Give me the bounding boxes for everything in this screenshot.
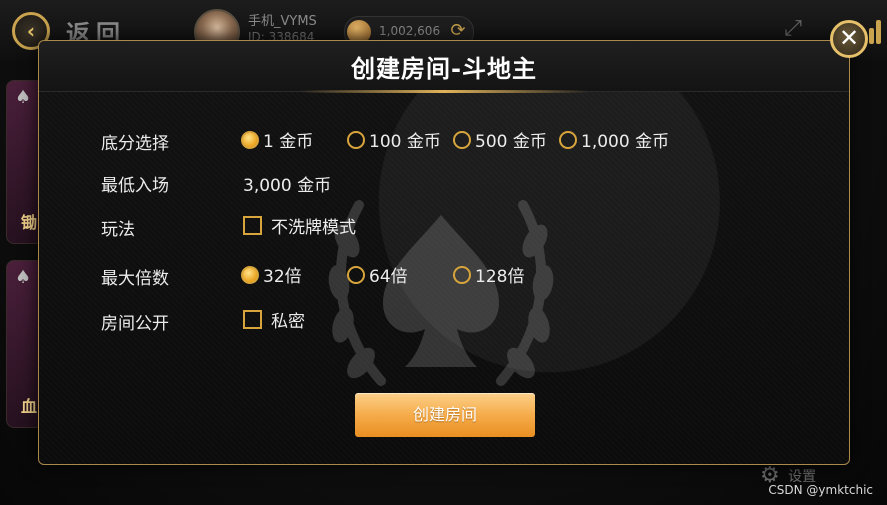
option-label: 32倍 xyxy=(263,267,302,287)
radio-selected-icon[interactable] xyxy=(241,265,259,284)
create-room-button[interactable]: 创建房间 xyxy=(355,393,535,437)
max-multiplier-row: 最大倍数 32倍 64倍 128倍 xyxy=(101,262,801,289)
base-score-row: 底分选择 1 金币 100 金币 500 金币 1,000 金币 xyxy=(101,127,801,154)
option-label: 1 金币 xyxy=(263,132,314,152)
radio-icon[interactable] xyxy=(453,265,471,284)
play-mode-row: 玩法 不洗牌模式 xyxy=(101,213,801,240)
base-score-option-1000[interactable]: 1,000 金币 xyxy=(559,127,669,153)
side-card-label: 血 xyxy=(21,397,38,416)
checkbox-icon[interactable] xyxy=(243,216,262,235)
no-shuffle-checkbox[interactable]: 不洗牌模式 xyxy=(243,213,356,239)
base-score-option-100[interactable]: 100 金币 xyxy=(347,127,441,153)
header-glow xyxy=(299,90,589,93)
private-checkbox[interactable]: 私密 xyxy=(243,307,305,333)
option-label: 128倍 xyxy=(475,267,525,287)
multiplier-option-32[interactable]: 32倍 xyxy=(241,262,302,288)
side-card-label: 锄 xyxy=(21,213,38,232)
base-score-option-500[interactable]: 500 金币 xyxy=(453,127,547,153)
min-entry-label: 最低入场 xyxy=(101,176,169,196)
spade-icon: ♠ xyxy=(15,267,32,288)
create-room-dialog: 创建房间-斗地主 底分选择 1 金币 100 金币 500 金币 1,000 金… xyxy=(38,40,850,465)
refresh-icon[interactable]: ⟳ xyxy=(447,20,469,42)
radio-selected-icon[interactable] xyxy=(241,130,259,149)
min-entry-value: 3,000 金币 xyxy=(243,176,332,196)
option-label: 500 金币 xyxy=(475,132,547,152)
lobby-screen: ‹ 返回 手机_VYMS ID: 338684 1,002,606 ⟳ ⤢ ♠ … xyxy=(0,0,887,505)
base-score-option-1[interactable]: 1 金币 xyxy=(241,127,313,153)
option-label: 1,000 金币 xyxy=(581,132,670,152)
room-public-row: 房间公开 私密 xyxy=(101,307,801,334)
username: 手机_VYMS xyxy=(248,14,317,29)
dialog-header: 创建房间-斗地主 xyxy=(39,41,849,93)
base-score-label: 底分选择 xyxy=(101,134,169,154)
max-multiplier-label: 最大倍数 xyxy=(101,269,169,289)
min-entry-row: 最低入场 3,000 金币 xyxy=(101,169,801,196)
multiplier-option-128[interactable]: 128倍 xyxy=(453,262,524,288)
checkbox-label: 私密 xyxy=(271,312,305,332)
room-public-label: 房间公开 xyxy=(101,314,169,334)
close-icon: ✕ xyxy=(838,24,860,52)
play-mode-label: 玩法 xyxy=(101,220,135,240)
dialog-title: 创建房间-斗地主 xyxy=(351,55,537,83)
checkbox-label: 不洗牌模式 xyxy=(271,218,356,238)
multiplier-option-64[interactable]: 64倍 xyxy=(347,262,408,288)
radio-icon[interactable] xyxy=(453,130,471,149)
option-label: 64倍 xyxy=(369,267,408,287)
radio-icon[interactable] xyxy=(559,130,577,149)
spade-icon: ♠ xyxy=(15,87,32,108)
checkbox-icon[interactable] xyxy=(243,310,262,329)
coin-amount: 1,002,606 xyxy=(379,24,441,38)
arrow-left-icon: ‹ xyxy=(26,19,36,43)
radio-icon[interactable] xyxy=(347,130,365,149)
watermark: CSDN @ymktchic xyxy=(768,483,873,497)
option-label: 100 金币 xyxy=(369,132,441,152)
radio-icon[interactable] xyxy=(347,265,365,284)
close-button[interactable]: ✕ xyxy=(830,20,868,58)
